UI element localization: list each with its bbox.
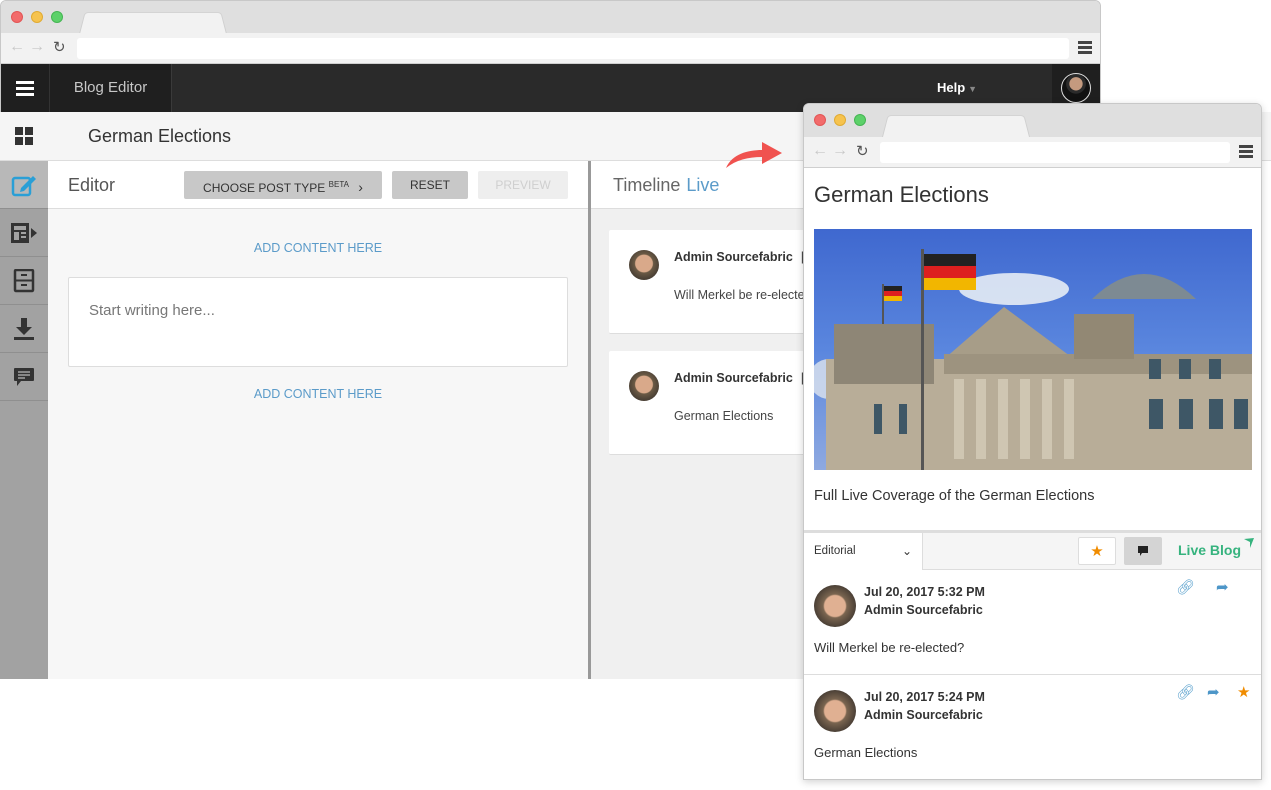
post-text: Will Merkel be re-elected? bbox=[814, 640, 965, 655]
post-author: Admin Sourcefabric bbox=[864, 708, 983, 722]
sidebar-item-editor[interactable] bbox=[0, 161, 48, 209]
author-avatar bbox=[629, 371, 659, 401]
caret-down-icon: ▼ bbox=[968, 84, 978, 94]
star-icon: ★ bbox=[1090, 543, 1104, 560]
add-content-top-link[interactable]: ADD CONTENT HERE bbox=[48, 241, 588, 255]
post-date: Jul 20, 2017 5:24 PM bbox=[864, 690, 985, 704]
editor-title: Editor bbox=[68, 175, 116, 195]
live-blog-browser-window: ← → ↻ German Elections Full Live Coverag… bbox=[803, 103, 1262, 780]
address-bar[interactable] bbox=[77, 38, 1069, 59]
download-icon bbox=[14, 317, 34, 340]
live-blog-logo-icon bbox=[1243, 538, 1254, 548]
maximize-window-button[interactable] bbox=[854, 114, 866, 126]
live-blog-description: Full Live Coverage of the German Electio… bbox=[814, 488, 1095, 504]
posts-icon bbox=[11, 222, 37, 243]
back-arrow-icon[interactable]: ← bbox=[812, 142, 828, 160]
comment-button[interactable] bbox=[1124, 537, 1162, 565]
sidebar bbox=[0, 112, 48, 679]
live-blog-title: German Elections bbox=[814, 182, 989, 207]
dashboard-icon bbox=[15, 127, 33, 145]
sidebar-item-archive[interactable] bbox=[0, 257, 48, 305]
browser-menu-icon[interactable] bbox=[1239, 145, 1253, 160]
choose-post-type-button[interactable]: CHOOSE POST TYPE BETA › bbox=[184, 171, 382, 199]
browser-menu-icon[interactable] bbox=[1078, 41, 1092, 56]
post-author: Admin Sourcefabric bbox=[864, 603, 983, 617]
link-icon[interactable]: 🔗︎ bbox=[1176, 683, 1195, 701]
minimize-window-button[interactable] bbox=[834, 114, 846, 126]
live-blog-toolbar: Editorial ⌄ ★ Live Blog bbox=[804, 530, 1261, 570]
highlights-filter-button[interactable]: ★ bbox=[1078, 537, 1116, 565]
archive-icon bbox=[13, 268, 35, 292]
browser-tabbar bbox=[804, 104, 1261, 137]
browser-tab[interactable] bbox=[882, 115, 1030, 137]
live-post: Jul 20, 2017 5:32 PM Admin Sourcefabric … bbox=[804, 570, 1261, 675]
forward-arrow-icon[interactable]: → bbox=[832, 142, 848, 160]
reload-icon[interactable]: ↻ bbox=[53, 38, 66, 56]
post-editor-input[interactable]: Start writing here... bbox=[68, 277, 568, 367]
address-bar[interactable] bbox=[880, 142, 1230, 163]
live-post: Jul 20, 2017 5:24 PM Admin Sourcefabric … bbox=[804, 675, 1261, 779]
help-label: Help bbox=[937, 80, 966, 95]
post-author: Admin Sourcefabric| bbox=[674, 371, 804, 385]
filter-select[interactable]: Editorial ⌄ bbox=[804, 533, 923, 570]
live-blog-brand[interactable]: Live Blog bbox=[1178, 538, 1257, 558]
live-blog-embed: German Elections Full Live Coverage of t… bbox=[804, 168, 1261, 779]
post-text: German Elections bbox=[674, 409, 774, 423]
browser-tab[interactable] bbox=[79, 12, 227, 34]
add-content-bottom-link[interactable]: ADD CONTENT HERE bbox=[48, 387, 588, 401]
sidebar-item-download[interactable] bbox=[0, 305, 48, 353]
timeline-live-tab[interactable]: Live bbox=[686, 175, 719, 195]
live-blog-brand-label: Live Blog bbox=[1178, 542, 1242, 558]
choose-post-type-label: CHOOSE POST TYPE bbox=[203, 181, 326, 195]
close-window-button[interactable] bbox=[814, 114, 826, 126]
browser-toolbar: ← → ↻ bbox=[804, 137, 1261, 168]
sidebar-item-dashboard[interactable] bbox=[0, 112, 48, 161]
post-text: German Elections bbox=[814, 745, 918, 760]
window-controls bbox=[11, 11, 63, 23]
timeline-label: Timeline bbox=[613, 175, 681, 195]
timeline-title: Timeline Live bbox=[613, 175, 719, 196]
forward-arrow-icon[interactable]: → bbox=[29, 38, 45, 56]
author-avatar bbox=[814, 690, 856, 732]
browser-toolbar: ← → ↻ bbox=[1, 33, 1100, 64]
post-date: Jul 20, 2017 5:32 PM bbox=[864, 585, 985, 599]
author-avatar bbox=[629, 250, 659, 280]
chevron-down-icon: ⌄ bbox=[901, 544, 912, 558]
preview-button[interactable]: PREVIEW bbox=[478, 171, 568, 199]
editor-panel: Editor CHOOSE POST TYPE BETA › RESET PRE… bbox=[48, 161, 588, 679]
star-icon[interactable]: ★ bbox=[1237, 683, 1250, 701]
reset-button[interactable]: RESET bbox=[392, 171, 468, 199]
share-icon[interactable]: ➦ bbox=[1207, 683, 1220, 701]
author-avatar bbox=[814, 585, 856, 627]
curved-arrow-icon bbox=[726, 142, 782, 168]
sidebar-item-comments[interactable] bbox=[0, 353, 48, 401]
beta-badge: BETA bbox=[328, 180, 349, 189]
chevron-right-icon: › bbox=[358, 179, 363, 195]
link-icon[interactable]: 🔗︎ bbox=[1176, 578, 1195, 596]
reichstag-image bbox=[814, 249, 1252, 470]
reload-icon[interactable]: ↻ bbox=[856, 142, 869, 160]
editor-placeholder: Start writing here... bbox=[89, 302, 215, 319]
blog-title: German Elections bbox=[88, 126, 232, 146]
sidebar-item-posts[interactable] bbox=[0, 209, 48, 257]
window-controls bbox=[814, 114, 866, 126]
hero-image bbox=[814, 229, 1252, 470]
hamburger-menu-button[interactable] bbox=[1, 64, 49, 112]
maximize-window-button[interactable] bbox=[51, 11, 63, 23]
minimize-window-button[interactable] bbox=[31, 11, 43, 23]
editor-toolbar: Editor CHOOSE POST TYPE BETA › RESET PRE… bbox=[48, 161, 588, 209]
share-icon[interactable]: ➦ bbox=[1216, 578, 1229, 596]
post-author: Admin Sourcefabric| bbox=[674, 250, 804, 264]
back-arrow-icon[interactable]: ← bbox=[9, 38, 25, 56]
user-avatar bbox=[1061, 73, 1091, 103]
comment-bubble-icon bbox=[1138, 546, 1148, 556]
post-text: Will Merkel be re-elected? bbox=[674, 288, 819, 302]
comments-icon bbox=[14, 367, 34, 386]
close-window-button[interactable] bbox=[11, 11, 23, 23]
browser-tabbar bbox=[1, 1, 1100, 34]
filter-selected-value: Editorial bbox=[814, 545, 856, 557]
app-title[interactable]: Blog Editor bbox=[49, 64, 172, 112]
edit-icon bbox=[11, 175, 36, 196]
